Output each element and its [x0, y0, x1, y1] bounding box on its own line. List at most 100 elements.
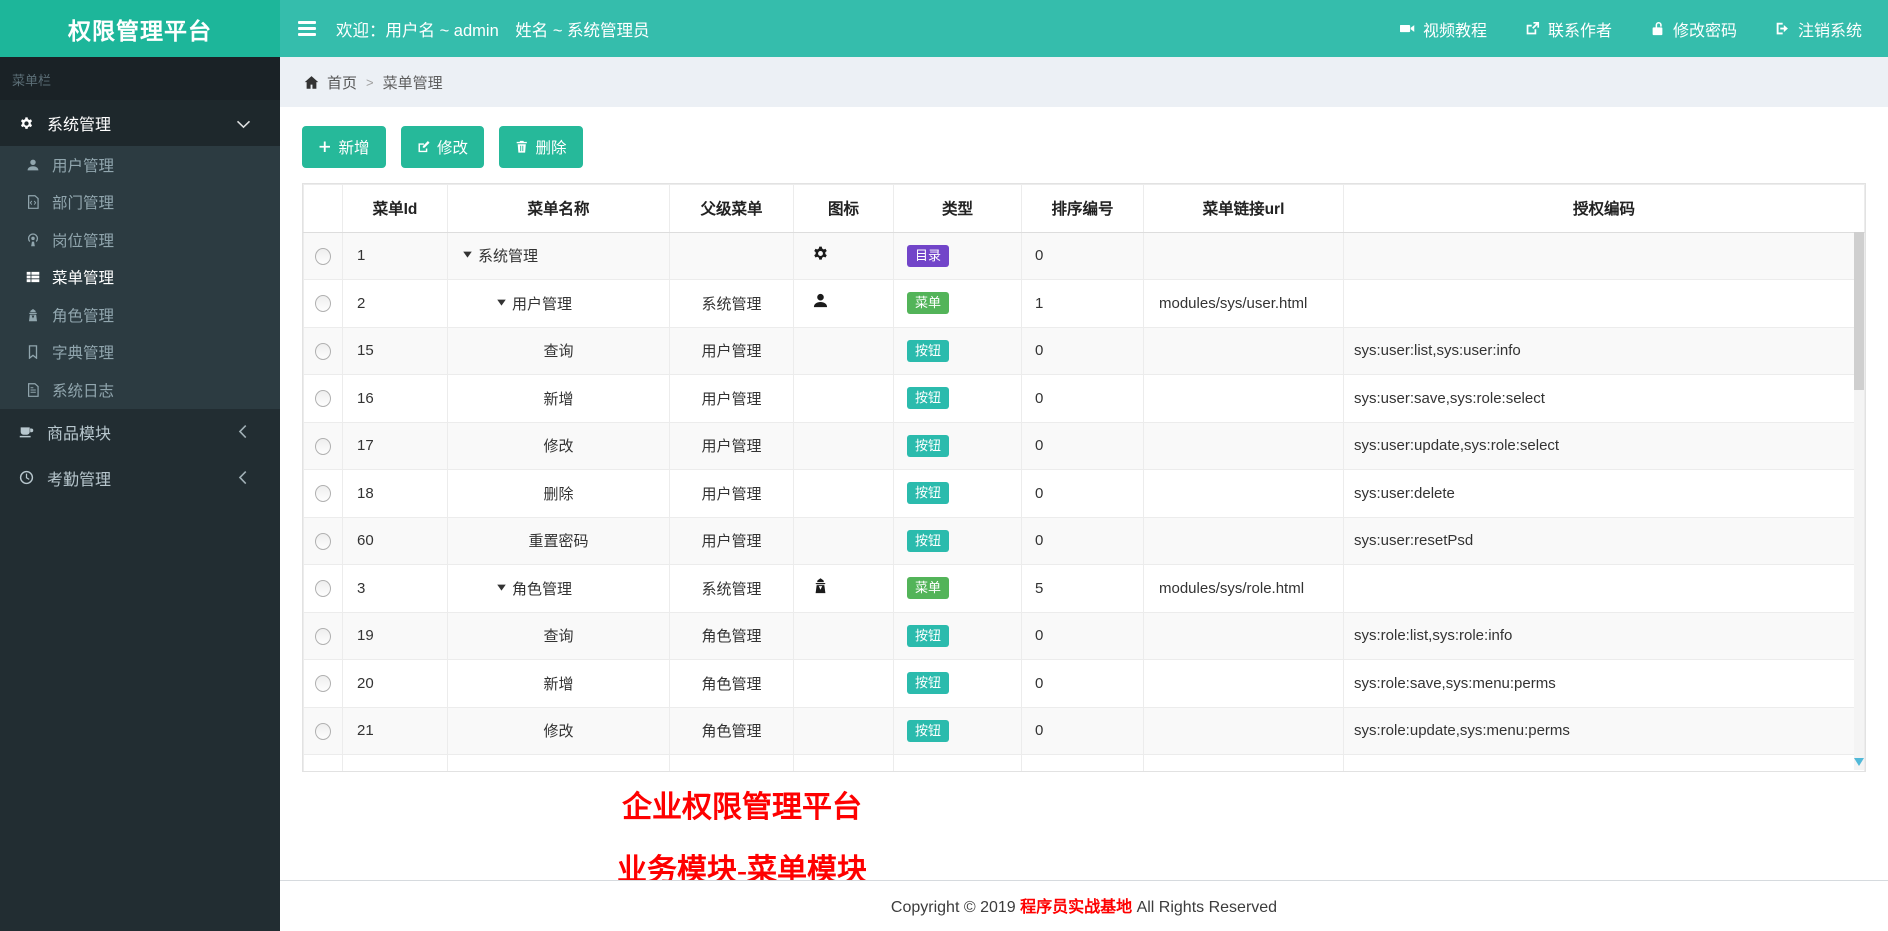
cell-parent-menu: 用户管理	[669, 469, 794, 518]
row-select-radio[interactable]	[315, 342, 331, 360]
cell-menu-name: 查询	[447, 611, 670, 660]
sidebar-section-label: 菜单栏	[0, 57, 280, 100]
topbar-link-label: 注销系统	[1797, 22, 1862, 40]
table-row[interactable]: 1 系统管理 目录 0	[303, 231, 1865, 280]
cell-auth-code: sys:user:delete	[1343, 469, 1865, 518]
header-type: 类型	[893, 184, 1022, 233]
sidebar-group-商品模块[interactable]: 商品模块	[0, 409, 280, 455]
cell-type: 按钮	[893, 374, 1022, 423]
sidebar-item-岗位管理[interactable]: 岗位管理	[0, 221, 280, 259]
sidebar-group-考勤管理[interactable]: 考勤管理	[0, 455, 280, 501]
menu-table: 菜单Id 菜单名称 父级菜单 图标 类型 排序编号 菜单链接url 授权编码 1…	[302, 183, 1866, 772]
table-row[interactable]: 2 用户管理 系统管理 菜单 1 modules/sys/user.html	[303, 279, 1865, 328]
row-select-radio[interactable]	[315, 675, 331, 693]
sidebar-item-角色管理[interactable]: 角色管理	[0, 296, 280, 334]
file-code-icon	[24, 195, 42, 210]
row-select-radio[interactable]	[315, 390, 331, 408]
cell-menu-url: modules/sys/user.html	[1143, 279, 1344, 328]
hamburger-icon[interactable]	[280, 18, 336, 40]
menu-name-text: 重置密码	[528, 533, 589, 551]
delete-button[interactable]: 删除	[499, 126, 583, 168]
sidebar-item-字典管理[interactable]: 字典管理	[0, 334, 280, 372]
cell-menu-url	[1143, 469, 1344, 518]
cell-menu-name: 删除	[447, 469, 670, 518]
tree-collapse-icon[interactable]	[496, 297, 507, 308]
cell-type: 菜单	[893, 279, 1022, 328]
table-scrollbar[interactable]	[1854, 232, 1864, 770]
scrollbar-thumb[interactable]	[1854, 232, 1864, 390]
row-select-radio[interactable]	[315, 627, 331, 645]
topbar-link-video[interactable]: 视频教程	[1399, 17, 1487, 41]
footer-brand: 程序员实战基地	[1020, 899, 1133, 916]
add-button[interactable]: 新增	[302, 126, 386, 168]
row-select-radio[interactable]	[315, 532, 331, 550]
row-select-radio[interactable]	[315, 247, 331, 265]
cell-auth-code: sys:user:list,sys:user:info	[1343, 326, 1865, 375]
table-row[interactable]: 3 角色管理 系统管理 菜单 5 modules/sys/role.html	[303, 564, 1865, 613]
cell-type: 菜单	[893, 564, 1022, 613]
row-select-radio[interactable]	[315, 485, 331, 503]
table-row[interactable]: 18 删除 用户管理 按钮 0 sys:user:delete	[303, 469, 1865, 518]
row-select-radio[interactable]	[315, 295, 331, 313]
cell-menu-url: modules/sys/role.html	[1143, 564, 1344, 613]
topbar-link-external-link[interactable]: 联系作者	[1525, 17, 1612, 41]
table-row[interactable]: 19 查询 角色管理 按钮 0 sys:role:list,sys:role:info	[303, 611, 1865, 660]
cell-menu-id: 60	[342, 516, 448, 565]
file-text-icon	[24, 382, 42, 397]
user-icon	[812, 292, 829, 309]
sidebar-item-部门管理[interactable]: 部门管理	[0, 184, 280, 222]
table-row[interactable]: 15 查询 用户管理 按钮 0 sys:user:list,sys:user:info	[303, 326, 1865, 375]
cell-auth-code: sys:user:save,sys:role:select	[1343, 374, 1865, 423]
cell-sort-number: 0	[1021, 611, 1144, 660]
cell-parent-menu	[669, 231, 794, 280]
topbar-link-logout[interactable]: 注销系统	[1775, 17, 1862, 41]
breadcrumb-home-label: 首页	[327, 74, 358, 92]
header-menu-name: 菜单名称	[447, 184, 670, 233]
cell-auth-code: sys:role:list,sys:role:info	[1343, 611, 1865, 660]
breadcrumb-home-link[interactable]: 首页	[304, 72, 357, 93]
cell-type: 按钮	[893, 611, 1022, 660]
cell-menu-id: 18	[342, 469, 448, 518]
type-badge: 按钮	[907, 624, 950, 647]
sidebar-item-用户管理[interactable]: 用户管理	[0, 146, 280, 184]
type-badge: 按钮	[907, 529, 950, 552]
unlock-icon	[1650, 21, 1665, 36]
row-select-radio[interactable]	[315, 722, 331, 740]
bookmark-icon	[24, 345, 42, 360]
cell-menu-name: 新增	[447, 659, 670, 708]
cell-menu-url	[1143, 326, 1344, 375]
scrollbar-down-arrow[interactable]	[1854, 756, 1864, 768]
gear-icon	[812, 245, 829, 262]
table-row[interactable]: 21 修改 角色管理 按钮 0 sys:role:update,sys:menu:perm…	[303, 706, 1865, 755]
header-url: 菜单链接url	[1143, 184, 1344, 233]
topbar-link-label: 联系作者	[1547, 22, 1612, 40]
row-select-radio[interactable]	[315, 580, 331, 598]
table-row[interactable]: 16 新增 用户管理 按钮 0 sys:user:save,sys:role:select	[303, 374, 1865, 423]
table-row[interactable]: 17 修改 用户管理 按钮 0 sys:user:update,sys:role:sele…	[303, 421, 1865, 470]
sidebar-item-菜单管理[interactable]: 菜单管理	[0, 259, 280, 297]
table-row[interactable]: 60 重置密码 用户管理 按钮 0 sys:user:resetPsd	[303, 516, 1865, 565]
tree-collapse-icon[interactable]	[462, 249, 473, 260]
th-list-icon	[24, 270, 42, 284]
cell-icon	[793, 231, 894, 280]
cell-menu-id: 21	[342, 706, 448, 755]
cell-menu-url	[1143, 421, 1344, 470]
cell-parent-menu: 用户管理	[669, 326, 794, 375]
app-logo[interactable]: 权限管理平台	[0, 0, 280, 57]
cell-type: 按钮	[893, 469, 1022, 518]
sidebar-group-系统管理[interactable]: 系统管理	[0, 100, 280, 146]
table-row[interactable]: 20 新增 角色管理 按钮 0 sys:role:save,sys:menu:perms	[303, 659, 1865, 708]
edit-button[interactable]: 修改	[400, 126, 485, 168]
sidebar-item-系统日志[interactable]: 系统日志	[0, 371, 280, 409]
banner-line2: 业务模块-菜单模块	[617, 853, 867, 881]
cell-menu-url	[1143, 374, 1344, 423]
type-badge: 按钮	[907, 339, 950, 362]
topbar-link-unlock[interactable]: 修改密码	[1650, 17, 1737, 41]
cell-icon	[793, 516, 894, 565]
cell-sort-number: 0	[1021, 469, 1144, 518]
menu-name-text: 新增	[543, 675, 574, 693]
row-select-radio[interactable]	[315, 437, 331, 455]
app-title: 权限管理平台	[68, 17, 212, 44]
tree-collapse-icon[interactable]	[496, 582, 507, 593]
toolbar: 新增 修改 删除	[302, 107, 1866, 183]
